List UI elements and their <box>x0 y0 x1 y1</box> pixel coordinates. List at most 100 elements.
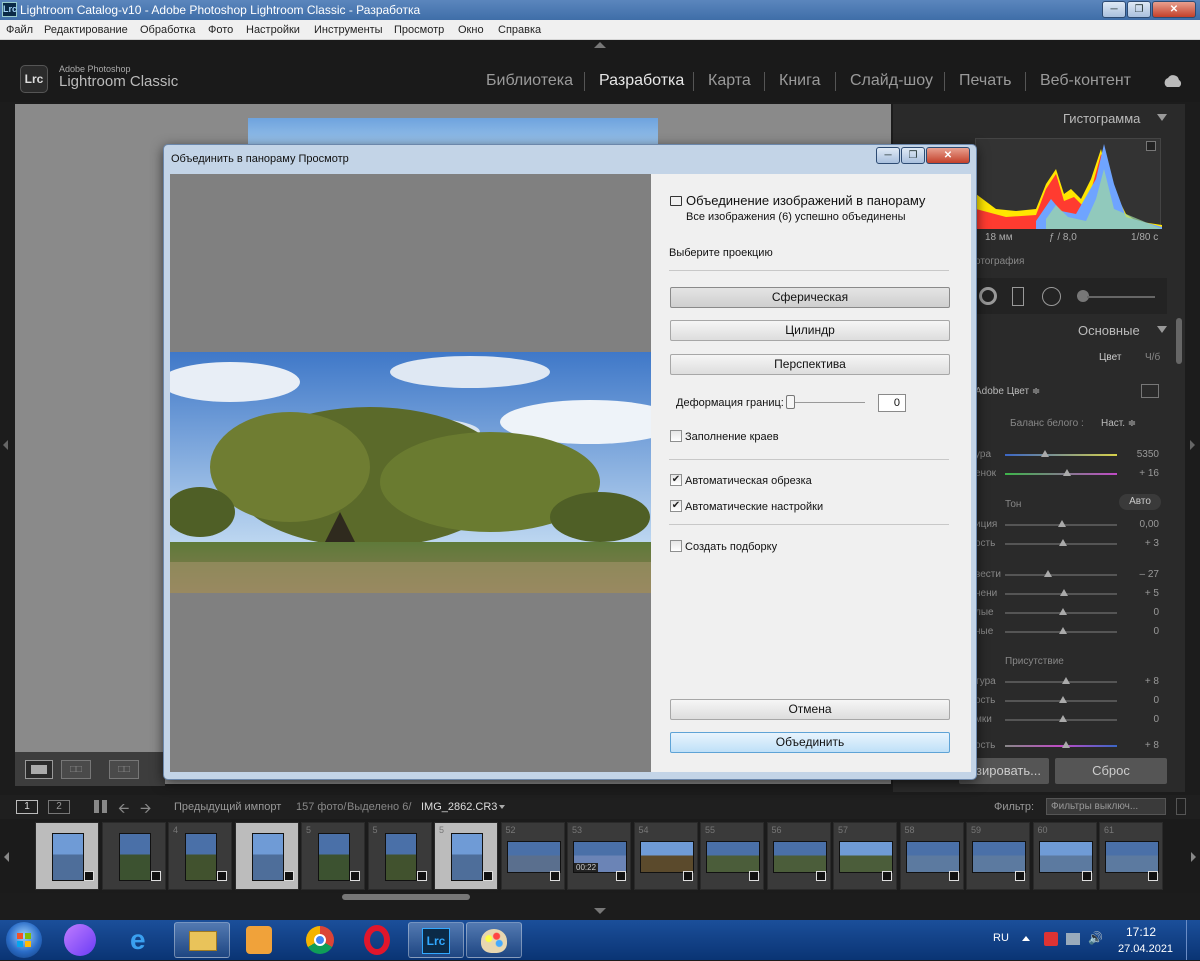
tray-expand-icon[interactable] <box>1022 936 1030 941</box>
edited-badge-icon[interactable] <box>815 871 826 881</box>
edited-badge-icon[interactable] <box>1081 871 1092 881</box>
auto-settings-checkbox[interactable]: ✔ <box>670 500 682 512</box>
cancel-button[interactable]: Отмена <box>670 699 950 720</box>
filmstrip-thumb[interactable]: 5 <box>301 822 365 890</box>
menu-window[interactable]: Окно <box>458 24 484 36</box>
reset-button[interactable]: Сброс <box>1055 758 1167 784</box>
menu-edit[interactable]: Редактирование <box>44 24 128 36</box>
auto-crop-checkbox[interactable]: ✔ <box>670 474 682 486</box>
merge-button[interactable]: Объединить <box>670 732 950 753</box>
minimize-button[interactable]: ─ <box>1102 1 1126 18</box>
filmstrip-thumb[interactable]: 5 <box>367 822 432 890</box>
module-map[interactable]: Карта <box>708 72 751 90</box>
edited-badge-icon[interactable] <box>283 871 294 881</box>
dialog-maximize-button[interactable]: ❐ <box>901 147 925 164</box>
create-stack-checkbox[interactable] <box>670 540 682 552</box>
filmstrip-right-icon[interactable] <box>1191 852 1196 862</box>
edited-badge-icon[interactable] <box>150 871 161 881</box>
edited-badge-icon[interactable] <box>749 871 759 881</box>
highlight-clip-icon[interactable] <box>1146 141 1156 151</box>
menu-file[interactable]: Файл <box>6 24 33 36</box>
left-panel-toggle-icon[interactable] <box>3 440 8 450</box>
filmstrip-thumb[interactable]: 4 <box>168 822 232 890</box>
filmstrip-thumb[interactable]: 57 <box>833 822 897 890</box>
monitor-2-button[interactable]: 2 <box>48 800 70 814</box>
edited-badge-icon[interactable] <box>483 871 493 881</box>
source-label[interactable]: Предыдущий импорт <box>174 801 281 813</box>
edited-badge-icon[interactable] <box>1148 871 1158 881</box>
profile-select[interactable]: Adobe Цвет ≑ <box>975 386 1040 397</box>
paint-icon[interactable] <box>466 922 522 958</box>
histogram-title[interactable]: Гистограмма <box>1063 111 1140 126</box>
edited-badge-icon[interactable] <box>217 871 227 881</box>
filmstrip-scrollbar[interactable] <box>342 894 470 900</box>
slider-thumb[interactable] <box>1063 469 1071 476</box>
dialog-minimize-button[interactable]: ─ <box>876 147 900 164</box>
edited-badge-icon[interactable] <box>350 871 360 881</box>
filmstrip-thumb[interactable] <box>101 822 166 890</box>
lightroom-taskbar-icon[interactable]: Lrc <box>408 922 464 958</box>
filmstrip-thumb[interactable]: 5 <box>434 822 498 890</box>
module-develop[interactable]: Разработка <box>599 72 684 90</box>
dehaze-value[interactable]: 0 <box>1119 714 1159 725</box>
opera-icon[interactable] <box>364 925 390 955</box>
clock-time[interactable]: 17:12 <box>1126 925 1156 939</box>
window-titlebar[interactable]: Lrc Lightroom Catalog-v10 - Adobe Photos… <box>0 0 1200 20</box>
contrast-value[interactable]: + 3 <box>1119 538 1159 549</box>
texture-value[interactable]: + 8 <box>1119 676 1159 687</box>
filmstrip-thumb[interactable]: 60 <box>1032 822 1097 890</box>
highlights-value[interactable]: – 27 <box>1119 569 1159 580</box>
slider-thumb[interactable] <box>1058 520 1066 527</box>
highlights-slider[interactable] <box>1005 574 1117 576</box>
slider-thumb[interactable] <box>1060 589 1068 596</box>
grid-view-icon[interactable] <box>94 800 107 813</box>
projection-spherical-button[interactable]: Сферическая <box>670 287 950 308</box>
clock-date[interactable]: 27.04.2021 <box>1118 943 1173 955</box>
menu-photo[interactable]: Фото <box>208 24 233 36</box>
edited-badge-icon[interactable] <box>416 871 427 881</box>
shadows-value[interactable]: + 5 <box>1119 588 1159 599</box>
media-player-icon[interactable] <box>246 926 272 954</box>
wb-select[interactable]: Наст. ≑ <box>1101 418 1136 429</box>
vibrance-slider[interactable] <box>1005 745 1117 747</box>
module-book[interactable]: Книга <box>779 72 820 90</box>
filmstrip-thumb[interactable] <box>35 822 99 890</box>
graduated-filter-icon[interactable] <box>1012 287 1024 306</box>
projection-cylindrical-button[interactable]: Цилиндр <box>670 320 950 341</box>
before-after-icon[interactable]: □□ <box>61 760 91 779</box>
auto-crop-label[interactable]: Автоматическая обрезка <box>685 475 812 487</box>
filter-select[interactable]: Фильтры выключ... <box>1046 798 1166 815</box>
filmstrip-thumb[interactable]: 61 <box>1099 822 1163 890</box>
radial-filter-icon[interactable] <box>1042 287 1061 306</box>
file-menu-chevron-icon[interactable] <box>499 805 505 809</box>
menu-settings[interactable]: Настройки <box>246 24 300 36</box>
boundary-warp-thumb[interactable] <box>786 395 795 409</box>
basic-title[interactable]: Основные <box>1078 323 1140 338</box>
panel-scrollbar[interactable] <box>1176 318 1182 364</box>
slider-thumb[interactable] <box>1059 715 1067 722</box>
filmstrip-thumb[interactable]: 52 <box>500 822 565 890</box>
slider-thumb[interactable] <box>1062 677 1070 684</box>
slider-thumb[interactable] <box>1059 539 1067 546</box>
auto-settings-label[interactable]: Автоматические настройки <box>685 501 823 513</box>
collapse-bottom-icon[interactable] <box>594 908 606 914</box>
filmstrip-thumb[interactable] <box>234 822 299 890</box>
collapse-histogram-icon[interactable] <box>1157 114 1167 121</box>
edited-badge-icon[interactable] <box>549 871 560 881</box>
collapse-basic-icon[interactable] <box>1157 326 1167 333</box>
filmstrip-thumb[interactable]: 53 00:22 <box>567 822 631 890</box>
close-button[interactable]: ✕ <box>1152 1 1196 18</box>
create-stack-label[interactable]: Создать подборку <box>685 541 777 553</box>
slider-thumb[interactable] <box>1059 627 1067 634</box>
module-slideshow[interactable]: Слайд-шоу <box>850 72 933 90</box>
edited-badge-icon[interactable] <box>682 871 693 881</box>
cloud-sync-icon[interactable] <box>1162 73 1184 92</box>
module-web[interactable]: Веб-контент <box>1040 72 1131 90</box>
temp-value[interactable]: 5350 <box>1119 449 1159 460</box>
boundary-warp-slider[interactable] <box>789 402 865 403</box>
filmstrip-thumb[interactable]: 54 <box>633 822 698 890</box>
dialog-close-button[interactable]: ✕ <box>926 147 970 164</box>
edited-badge-icon[interactable] <box>1015 871 1025 881</box>
profile-browser-icon[interactable] <box>1141 384 1159 398</box>
action-center-icon[interactable] <box>1044 932 1058 946</box>
